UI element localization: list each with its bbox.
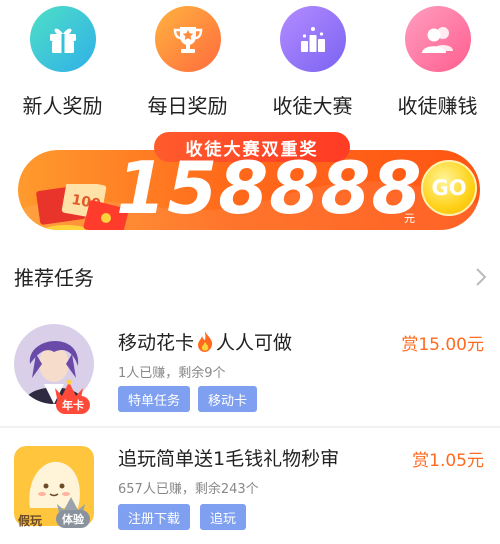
task-tag: 追玩 — [200, 504, 247, 530]
trial-badge: 体验 — [56, 510, 90, 528]
banner-unit: 元 — [404, 212, 415, 225]
task-title: 追玩简单送1毛钱礼物秒审 — [118, 448, 340, 470]
entry-label: 收徒赚钱 — [397, 94, 478, 118]
task-item[interactable]: 假玩 体验 追玩简单送1毛钱礼物秒审 657人已赚，剩余243个 赏1.05元 … — [0, 432, 500, 544]
entry-label: 新人奖励 — [22, 94, 103, 118]
annual-card-badge: 年卡 — [56, 396, 90, 414]
entry-newbie-reward[interactable]: 新人奖励 — [0, 0, 125, 122]
task-item[interactable]: 年卡 移动花卡 人人可做 1人已赚，剩余9个 赏15.00元 特单任务 移动卡 — [0, 316, 500, 428]
users-icon — [404, 6, 471, 72]
recruit-contest-banner[interactable]: 100 收徒大赛双重奖 158888 元 GO — [14, 132, 486, 230]
fire-icon — [198, 331, 213, 352]
trophy-icon — [154, 6, 221, 72]
task-title-part: 人人可做 — [216, 332, 293, 354]
task-tag: 移动卡 — [198, 386, 258, 412]
entry-label: 收徒大赛 — [272, 94, 353, 118]
banner-amount: 158888 — [116, 146, 423, 230]
entry-label: 每日奖励 — [147, 94, 228, 118]
task-meta: 657人已赚，剩余243个 — [118, 482, 259, 497]
entry-icon-row: 新人奖励 每日奖励 收徒大赛 收徒赚钱 — [0, 0, 500, 122]
task-tag: 特单任务 — [118, 386, 191, 412]
entry-recruit-contest[interactable]: 收徒大赛 — [250, 0, 375, 122]
section-title: 推荐任务 — [14, 266, 94, 290]
task-reward: 赏15.00元 — [401, 335, 484, 355]
task-title-part: 移动花卡 — [118, 332, 195, 354]
podium-icon — [279, 6, 346, 72]
task-title: 移动花卡 人人可做 — [118, 328, 292, 355]
app-logo-text: 假玩 — [18, 514, 43, 528]
gift-icon — [29, 6, 96, 72]
task-meta: 1人已赚，剩余9个 — [118, 366, 226, 381]
divider — [0, 426, 500, 428]
chevron-right-icon[interactable] — [470, 266, 492, 288]
task-reward: 赏1.05元 — [412, 451, 484, 471]
task-tag: 注册下载 — [118, 504, 191, 530]
go-button[interactable]: GO — [421, 160, 477, 216]
entry-daily-reward[interactable]: 每日奖励 — [125, 0, 250, 122]
entry-recruit-earn[interactable]: 收徒赚钱 — [375, 0, 500, 122]
